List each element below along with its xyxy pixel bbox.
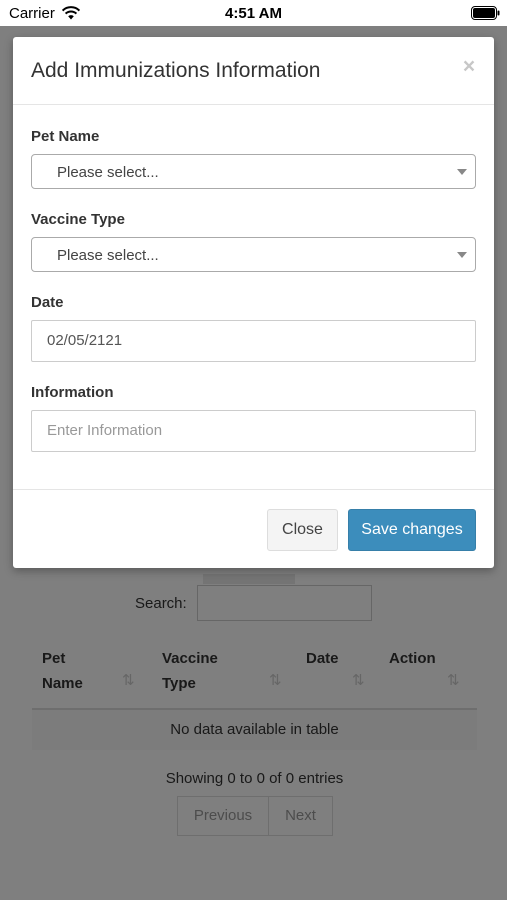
modal-title: Add Immunizations Information — [31, 59, 321, 82]
information-field[interactable]: Enter Information — [31, 410, 476, 452]
information-placeholder: Enter Information — [47, 422, 163, 439]
clock: 4:51 AM — [225, 5, 282, 22]
add-immunization-modal: Add Immunizations Information × Pet Name… — [13, 37, 494, 568]
vaccine-type-selected-value: Please select... — [57, 247, 159, 264]
close-icon[interactable]: × — [459, 55, 479, 79]
pet-name-label: Pet Name — [31, 128, 100, 145]
pet-name-select[interactable]: Please select... — [31, 154, 476, 189]
battery-icon — [471, 6, 500, 20]
information-label: Information — [31, 384, 114, 401]
vaccine-type-label: Vaccine Type — [31, 211, 125, 228]
pet-name-selected-value: Please select... — [57, 164, 159, 181]
close-button[interactable]: Close — [267, 509, 338, 551]
vaccine-type-select[interactable]: Please select... — [31, 237, 476, 272]
chevron-down-icon — [457, 252, 467, 258]
date-field[interactable]: 02/05/2121 — [31, 320, 476, 362]
chevron-down-icon — [457, 169, 467, 175]
modal-header: Add Immunizations Information × — [13, 37, 494, 105]
date-value: 02/05/2121 — [47, 332, 123, 349]
status-bar: Carrier 4:51 AM — [0, 0, 507, 26]
modal-footer: Close Save changes — [13, 489, 494, 568]
save-changes-button[interactable]: Save changes — [348, 509, 476, 551]
date-label: Date — [31, 294, 64, 311]
